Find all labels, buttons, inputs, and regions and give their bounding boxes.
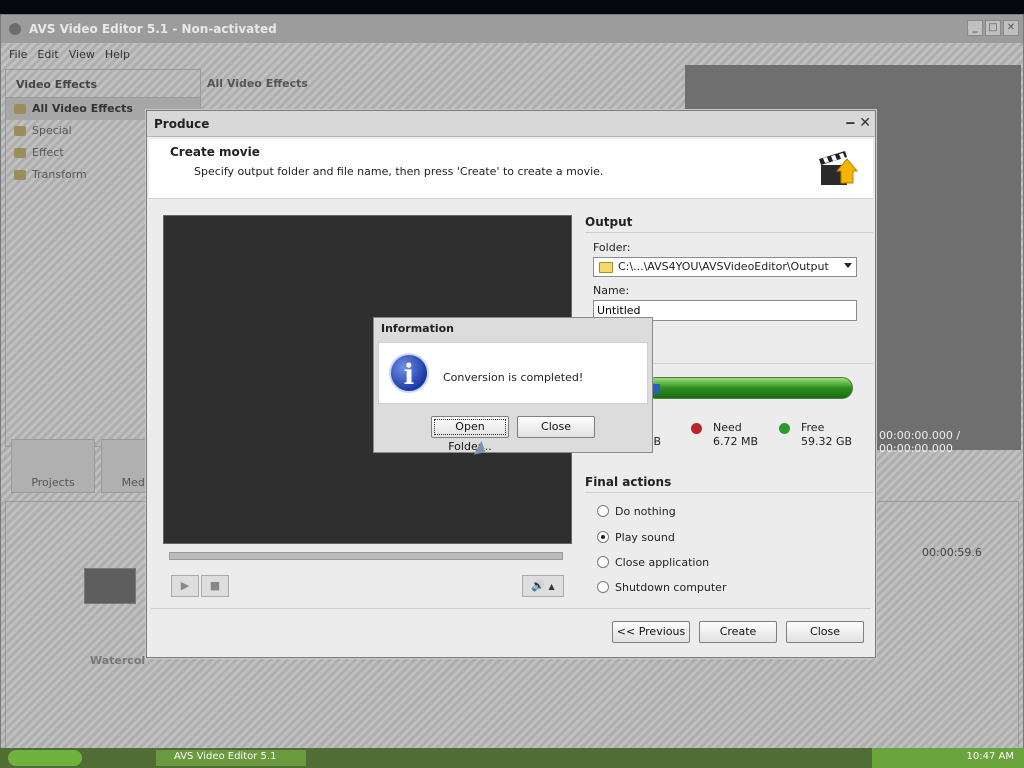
radio-indicator [597, 505, 609, 517]
need-label: Need [713, 421, 742, 434]
stop-icon: ■ [209, 579, 221, 592]
name-label: Name: [593, 284, 630, 297]
radio-shutdown-computer[interactable]: Shutdown computer [597, 578, 726, 596]
preview-seek-bar[interactable] [169, 552, 563, 560]
create-button[interactable]: Create [699, 621, 777, 643]
folder-value: C:\...\AVS4YOU\AVSVideoEditor\Output [618, 260, 829, 273]
need-size: 6.72 MB [713, 435, 759, 448]
footer-divider [151, 608, 871, 609]
taskbar-app-item[interactable]: AVS Video Editor 5.1 ... [156, 750, 306, 768]
timeline-time-label: 00:00:59.6 [922, 546, 982, 559]
chevron-down-icon [844, 263, 852, 268]
produce-banner: Create movie Specify output folder and f… [149, 139, 873, 199]
timeline-track-label: Watercol [90, 654, 146, 667]
menu-bar: File Edit View Help [1, 43, 1023, 65]
info-message: Conversion is completed! [443, 371, 584, 384]
open-folder-button[interactable]: Open Folder... [431, 416, 509, 453]
radio-label: Play sound [615, 530, 675, 544]
menu-edit[interactable]: Edit [37, 48, 58, 61]
radio-indicator-selected [597, 531, 609, 543]
radio-label: Close application [615, 555, 710, 569]
clapperboard-icon [819, 151, 859, 185]
produce-close-button[interactable]: Close [786, 621, 864, 643]
free-label: Free [801, 421, 825, 434]
radio-indicator [597, 556, 609, 568]
projects-label: Projects [31, 476, 75, 489]
projects-button[interactable]: Projects [11, 439, 95, 493]
radio-label: Shutdown computer [615, 580, 727, 594]
output-section-title: Output [585, 215, 633, 229]
desktop-background [0, 0, 1024, 14]
folder-icon [599, 262, 613, 273]
need-indicator-icon [691, 423, 702, 434]
volume-up-arrow-icon: ▲ [548, 582, 555, 591]
radio-play-sound[interactable]: Play sound [597, 528, 675, 546]
menu-view[interactable]: View [69, 48, 95, 61]
produce-window-controls: ‒ ✕ [846, 115, 871, 131]
start-button[interactable] [8, 750, 82, 766]
close-icon[interactable]: ✕ [859, 115, 871, 131]
play-icon: ▶ [180, 579, 190, 592]
final-actions-divider [585, 492, 873, 493]
folder-label: Folder: [593, 241, 631, 254]
info-title: Information [381, 322, 454, 335]
previous-button[interactable]: << Previous [612, 621, 690, 643]
speaker-icon: 🔊 [531, 579, 546, 592]
menu-file[interactable]: File [9, 48, 27, 61]
folder-dropdown[interactable]: C:\...\AVS4YOU\AVSVideoEditor\Output [593, 257, 857, 277]
window-controls: _ □ ✕ [967, 20, 1019, 36]
free-indicator-icon [779, 423, 790, 434]
disk-space-bar [645, 377, 853, 399]
output-divider [585, 232, 873, 233]
volume-button[interactable]: 🔊 ▲ [522, 575, 564, 597]
banner-description: Specify output folder and file name, the… [194, 165, 604, 178]
produce-title: Produce [154, 117, 210, 131]
app-titlebar: AVS Video Editor 5.1 - Non-activated _ □… [1, 15, 1023, 43]
final-actions-title: Final actions [585, 475, 672, 489]
maximize-icon[interactable]: □ [985, 20, 1001, 36]
information-dialog: Information i Conversion is completed! O… [373, 317, 653, 453]
timecode-readout: 00:00:00.000 / 00:00:00.000 [879, 429, 961, 455]
produce-titlebar: Produce ‒ ✕ [147, 111, 875, 137]
free-size: 59.32 GB [801, 435, 853, 448]
minimize-icon[interactable]: ‒ [846, 115, 856, 131]
minimize-icon[interactable]: _ [967, 20, 983, 36]
system-tray: 10:47 AM [872, 748, 1024, 768]
info-icon: i [389, 353, 429, 393]
banner-heading: Create movie [170, 145, 260, 159]
close-icon[interactable]: ✕ [1003, 20, 1019, 36]
stop-button[interactable]: ■ [201, 575, 229, 597]
menu-help[interactable]: Help [105, 48, 130, 61]
app-title: AVS Video Editor 5.1 - Non-activated [29, 22, 277, 36]
info-body: i Conversion is completed! [378, 342, 648, 404]
timeline-clip-thumbnail[interactable] [84, 568, 136, 604]
effects-panel-header: Video Effects [6, 70, 200, 98]
disk-used-fill [652, 384, 660, 394]
app-logo-icon [9, 23, 21, 35]
clock: 10:47 AM [966, 751, 1014, 762]
radio-do-nothing[interactable]: Do nothing [597, 502, 676, 520]
taskbar: AVS Video Editor 5.1 ... 10:47 AM [0, 748, 1024, 768]
radio-indicator [597, 581, 609, 593]
play-button[interactable]: ▶ [171, 575, 199, 597]
radio-label: Do nothing [615, 504, 676, 518]
radio-close-application[interactable]: Close application [597, 553, 709, 571]
gallery-title: All Video Effects [207, 77, 308, 90]
info-close-button[interactable]: Close [517, 416, 595, 438]
